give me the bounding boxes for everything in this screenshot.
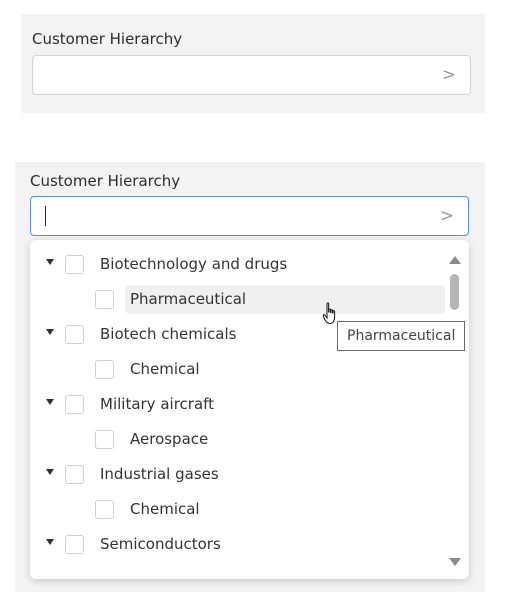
checkbox[interactable]	[95, 360, 114, 379]
tree-item-label: Semiconductors	[100, 535, 221, 553]
tree-item[interactable]: Semiconductors	[30, 530, 450, 560]
tree-item[interactable]: Chemical	[30, 495, 450, 525]
checkbox[interactable]	[65, 535, 84, 554]
tree-item[interactable]: Biotechnology and drugs	[30, 250, 450, 280]
customer-hierarchy-input-top[interactable]: >	[32, 55, 471, 95]
checkbox[interactable]	[65, 255, 84, 274]
checkbox[interactable]	[65, 465, 84, 484]
field-label-bottom: Customer Hierarchy	[30, 172, 181, 190]
scrollbar[interactable]	[447, 252, 461, 570]
scroll-up-arrow-icon[interactable]	[449, 256, 461, 264]
text-caret	[45, 206, 46, 226]
customer-hierarchy-input-bottom[interactable]: >	[30, 196, 469, 236]
chevron-right-icon[interactable]: >	[440, 206, 454, 226]
expand-triangle-icon[interactable]	[46, 259, 54, 265]
checkbox[interactable]	[65, 325, 84, 344]
expand-triangle-icon[interactable]	[46, 329, 54, 335]
checkbox[interactable]	[65, 395, 84, 414]
tree-item-label: Aerospace	[130, 430, 209, 448]
tree-item-label: Industrial gases	[100, 465, 219, 483]
tree-item-label: Chemical	[130, 500, 200, 518]
tree-item-label: Chemical	[130, 360, 200, 378]
tree-item[interactable]: Military aircraft	[30, 390, 450, 420]
tooltip: Pharmaceutical	[337, 321, 466, 351]
checkbox[interactable]	[95, 290, 114, 309]
tree-item-label: Biotechnology and drugs	[100, 255, 288, 273]
scrollbar-thumb[interactable]	[450, 274, 459, 310]
checkbox[interactable]	[95, 500, 114, 519]
chevron-right-icon[interactable]: >	[442, 65, 456, 85]
expand-triangle-icon[interactable]	[46, 539, 54, 545]
tree-item-label: Biotech chemicals	[100, 325, 237, 343]
tree-item[interactable]: Aerospace	[30, 425, 450, 455]
expand-triangle-icon[interactable]	[46, 399, 54, 405]
checkbox[interactable]	[95, 430, 114, 449]
tree-item-label: Military aircraft	[100, 395, 215, 413]
hand-pointer-cursor-icon	[322, 302, 336, 325]
expand-triangle-icon[interactable]	[46, 469, 54, 475]
scroll-down-arrow-icon[interactable]	[449, 558, 461, 566]
hierarchy-tree-dropdown[interactable]: Biotechnology and drugs Pharmaceutical B…	[30, 240, 469, 579]
field-label-top: Customer Hierarchy	[32, 30, 183, 48]
tree-item[interactable]: Pharmaceutical	[30, 285, 450, 315]
tree-item[interactable]: Chemical	[30, 355, 450, 385]
tree-item-label: Pharmaceutical	[130, 290, 247, 308]
tree-item[interactable]: Industrial gases	[30, 460, 450, 490]
